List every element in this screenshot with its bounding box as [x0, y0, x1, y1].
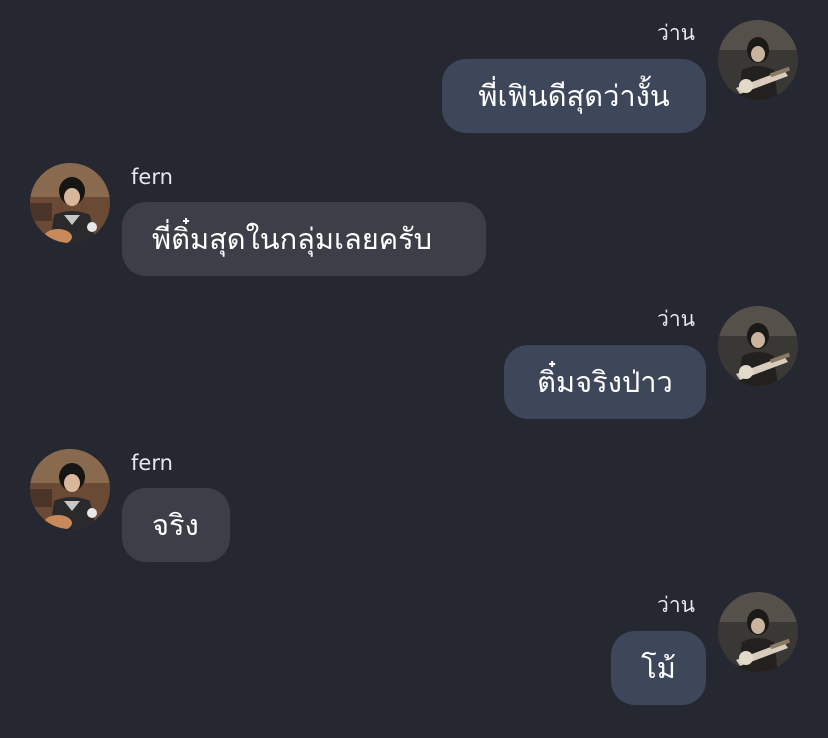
- sender-name: ว่าน: [657, 21, 695, 45]
- sender-name: fern: [131, 451, 173, 475]
- sender-name: ว่าน: [657, 593, 695, 617]
- avatar[interactable]: [718, 20, 798, 100]
- message-bubble[interactable]: โม้: [611, 631, 706, 705]
- message-bubble[interactable]: พี่ติ๋มสุดในกลุ่มเลยครับ: [122, 202, 486, 276]
- avatar[interactable]: [30, 163, 110, 243]
- fern-avatar-icon: [30, 449, 110, 529]
- guitar-player-avatar-icon: [718, 306, 798, 386]
- chat-thread: ว่าน พี่เฟินดีสุดว่างั้น fern พี่ติ๋มสุด…: [0, 0, 828, 738]
- avatar[interactable]: [718, 306, 798, 386]
- message-bubble[interactable]: จริง: [122, 488, 230, 562]
- sender-name: fern: [131, 165, 173, 189]
- message-bubble[interactable]: พี่เฟินดีสุดว่างั้น: [442, 59, 706, 133]
- guitar-player-avatar-icon: [718, 20, 798, 100]
- avatar[interactable]: [30, 449, 110, 529]
- message-bubble[interactable]: ติ๋มจริงป่าว: [504, 345, 706, 419]
- guitar-player-avatar-icon: [718, 592, 798, 672]
- sender-name: ว่าน: [657, 307, 695, 331]
- fern-avatar-icon: [30, 163, 110, 243]
- avatar[interactable]: [718, 592, 798, 672]
